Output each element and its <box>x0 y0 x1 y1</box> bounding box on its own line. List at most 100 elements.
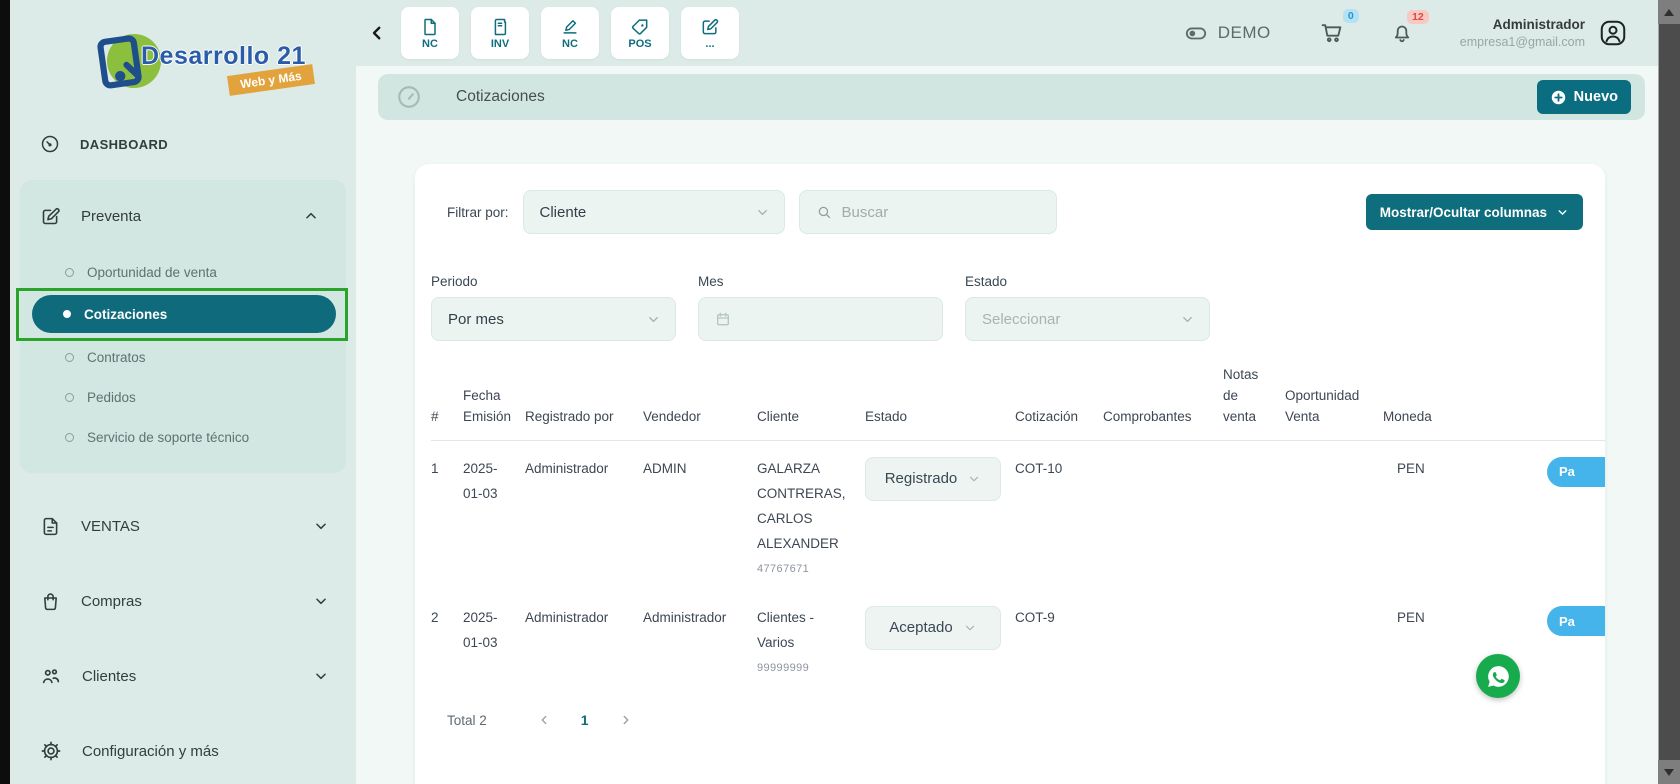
table-footer: Total 2 1 <box>431 712 1605 728</box>
cart-icon <box>1319 20 1344 45</box>
scroll-up-arrow[interactable] <box>1658 0 1680 24</box>
sidebar-item-pedidos[interactable]: Pedidos <box>20 377 346 417</box>
period-label: Periodo <box>431 274 676 289</box>
cliente-doc: 99999999 <box>757 661 847 676</box>
pagination-prev[interactable] <box>537 713 551 727</box>
page-title: Cotizaciones <box>456 88 545 106</box>
app-logo[interactable]: Desarrollo 21 Web y Más <box>10 0 356 108</box>
content-area: Filtrar por: Cliente Mostr <box>356 120 1658 784</box>
filter-by-value: Cliente <box>540 204 587 221</box>
breadcrumb: Cotizaciones Nuevo <box>378 74 1645 120</box>
topbar-right: DEMO 0 12 <box>1183 16 1628 50</box>
sidebar-item-compras[interactable]: Compras <box>10 579 356 623</box>
sidebar-item-cotizaciones[interactable]: Cotizaciones <box>32 295 336 333</box>
notifications-button[interactable]: 12 <box>1390 21 1414 45</box>
estado-value: Aceptado <box>889 614 952 642</box>
chevron-down-icon <box>314 669 328 683</box>
sidebar-item-clientes[interactable]: Clientes <box>10 654 356 698</box>
row-action-button[interactable]: Pa <box>1547 606 1605 636</box>
state-group: Estado Seleccionar <box>965 274 1210 341</box>
total-count: Total 2 <box>447 713 487 728</box>
state-select[interactable]: Seleccionar <box>965 297 1210 341</box>
pagination-page-1[interactable]: 1 <box>581 712 589 728</box>
table-header-row: # Fecha Emisión Registrado por Vendedor … <box>431 365 1605 440</box>
toggle-columns-button[interactable]: Mostrar/Ocultar columnas <box>1366 194 1583 230</box>
invoice-icon <box>490 17 510 37</box>
chevron-down-icon <box>963 621 977 635</box>
quick-button-nc[interactable]: NC <box>401 7 459 59</box>
sidebar-item-contratos[interactable]: Contratos <box>20 337 346 377</box>
document-icon <box>40 516 61 537</box>
signature-icon <box>560 17 580 37</box>
users-icon <box>40 665 62 687</box>
sidebar-item-servicio-soporte[interactable]: Servicio de soporte técnico <box>20 417 346 457</box>
gauge-watermark-icon <box>396 84 422 110</box>
notification-count-badge: 12 <box>1407 10 1429 24</box>
chevron-down-icon <box>1180 312 1195 327</box>
new-button[interactable]: Nuevo <box>1537 80 1631 114</box>
cell-vendedor: Administrador <box>643 590 757 686</box>
quick-button-nc2[interactable]: NC <box>541 7 599 59</box>
bullet-icon <box>65 268 74 277</box>
sidebar-item-label: Compras <box>81 593 142 610</box>
cart-button[interactable]: 0 <box>1319 20 1344 45</box>
bell-icon <box>1390 21 1414 45</box>
cell-fecha: 2025-01-03 <box>463 590 525 686</box>
vertical-scrollbar[interactable] <box>1658 0 1680 784</box>
calendar-icon <box>715 311 731 327</box>
cell-cliente: GALARZA CONTRERAS, CARLOS ALEXANDER 4776… <box>757 440 865 590</box>
col-cotizacion: Cotización <box>1015 365 1103 440</box>
sidebar-item-oportunidad-de-venta[interactable]: Oportunidad de venta <box>20 252 346 292</box>
gear-icon <box>40 740 62 762</box>
quick-button-label: INV <box>491 38 509 50</box>
bullet-icon <box>65 433 74 442</box>
sub-item-label: Cotizaciones <box>84 307 167 322</box>
filter-by-select[interactable]: Cliente <box>523 190 785 234</box>
scroll-down-arrow[interactable] <box>1658 760 1680 784</box>
cell-comprobantes <box>1103 590 1223 686</box>
sidebar-item-dashboard[interactable]: DASHBOARD <box>10 122 356 166</box>
month-picker[interactable] <box>698 297 943 341</box>
col-registrado: Registrado por <box>525 365 643 440</box>
sidebar-item-label: Configuración y más <box>82 743 219 760</box>
cell-moneda: PEN <box>1383 440 1473 590</box>
user-info: Administrador empresa1@gmail.com <box>1460 16 1585 50</box>
estado-dropdown[interactable]: Registrado <box>865 457 1001 501</box>
quick-button-label: ... <box>705 38 714 50</box>
window-edge <box>0 0 10 784</box>
avatar[interactable] <box>1598 18 1628 48</box>
row-action-button[interactable]: Pa <box>1547 457 1605 487</box>
col-actions <box>1473 365 1605 440</box>
dashboard-gauge-icon <box>40 134 60 154</box>
bullet-icon <box>65 393 74 402</box>
sidebar-item-configuracion[interactable]: Configuración y más <box>10 729 356 773</box>
quotes-table: # Fecha Emisión Registrado por Vendedor … <box>431 365 1605 686</box>
col-notas: Notas de venta <box>1223 365 1285 440</box>
search-input[interactable] <box>842 204 1022 221</box>
plus-circle-icon <box>1550 89 1567 106</box>
col-estado: Estado <box>865 365 1015 440</box>
sub-item-label: Pedidos <box>87 390 136 405</box>
demo-toggle[interactable]: DEMO <box>1183 22 1271 44</box>
sub-item-label: Oportunidad de venta <box>87 265 217 280</box>
row-action-label: Pa <box>1559 614 1575 629</box>
whatsapp-button[interactable] <box>1476 654 1520 698</box>
quick-button-inv[interactable]: INV <box>471 7 529 59</box>
quick-button-label: NC <box>562 38 578 50</box>
sidebar-item-preventa[interactable]: Preventa <box>20 194 346 238</box>
scrollbar-thumb[interactable] <box>1658 24 1680 760</box>
period-select[interactable]: Por mes <box>431 297 676 341</box>
estado-dropdown[interactable]: Aceptado <box>865 606 1001 650</box>
search-box <box>799 190 1057 234</box>
quick-button-pos[interactable]: POS <box>611 7 669 59</box>
state-label: Estado <box>965 274 1210 289</box>
cell-notas <box>1223 590 1285 686</box>
pagination-next[interactable] <box>619 713 633 727</box>
cell-moneda: PEN <box>1383 590 1473 686</box>
quick-button-label: POS <box>628 38 651 50</box>
sidebar-item-ventas[interactable]: VENTAS <box>10 504 356 548</box>
chevron-down-icon <box>967 472 981 486</box>
preventa-edit-icon <box>40 206 61 227</box>
sidebar-collapse-icon[interactable] <box>368 24 386 42</box>
quick-button-more[interactable]: ... <box>681 7 739 59</box>
